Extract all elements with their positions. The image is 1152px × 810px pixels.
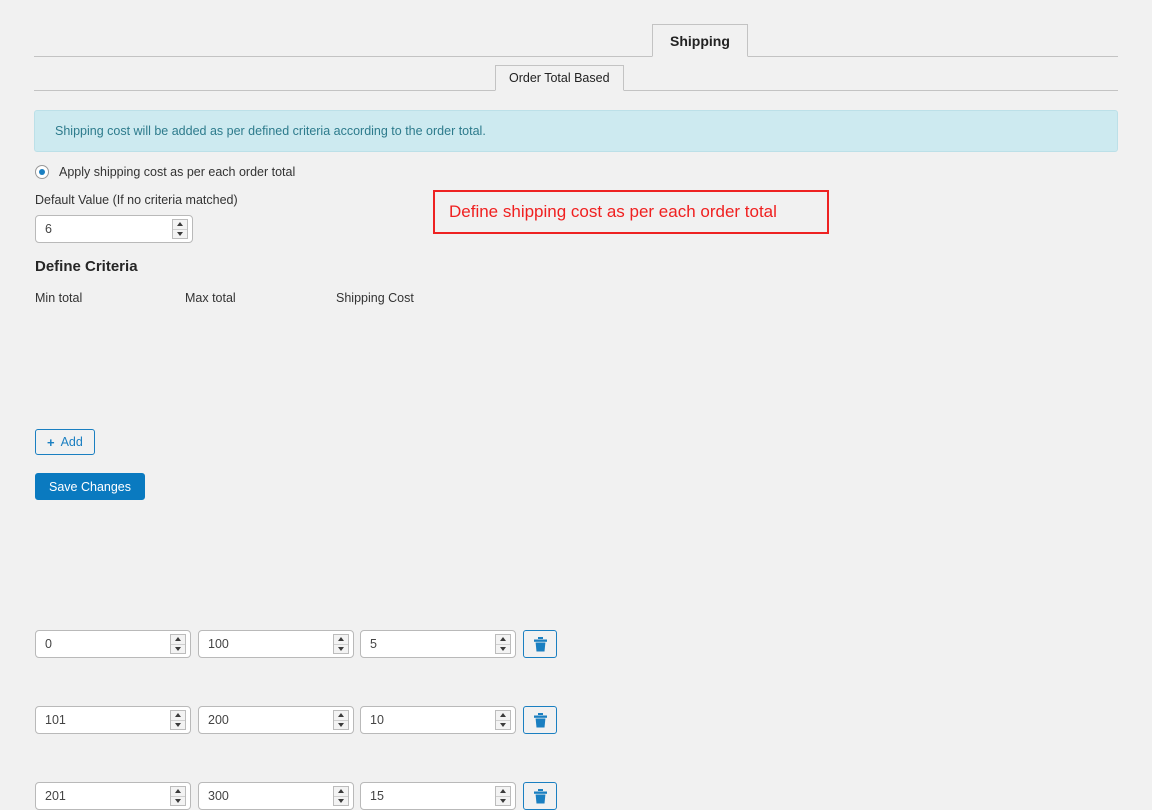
column-header-shipping-cost: Shipping Cost: [336, 291, 414, 305]
trash-icon: [533, 712, 547, 727]
column-header-max-total: Max total: [185, 291, 236, 305]
criteria-row: [0, 391, 1152, 810]
criteria-row: [0, 315, 1152, 658]
trash-icon: [533, 788, 547, 803]
shipping-cost-spinner-arrows-0[interactable]: [495, 634, 511, 654]
column-header-min-total: Min total: [35, 291, 83, 305]
min-total-spinner-arrows-2[interactable]: [170, 786, 186, 806]
min-total-spinner-arrows-1[interactable]: [170, 710, 186, 730]
spinner-up-icon[interactable]: [496, 787, 510, 797]
shipping-cost-input-2[interactable]: [361, 784, 495, 808]
spinner-down-icon[interactable]: [334, 645, 348, 654]
tab-shipping-label: Shipping: [670, 32, 730, 49]
secondary-tab-strip: Order Total Based: [34, 65, 1118, 91]
min-total-input-1[interactable]: [36, 708, 170, 732]
max-total-input-2[interactable]: [199, 784, 333, 808]
save-changes-button[interactable]: Save Changes: [35, 473, 146, 500]
spinner-down-icon[interactable]: [496, 797, 510, 806]
spinner-up-icon[interactable]: [171, 711, 185, 721]
shipping-cost-input-1[interactable]: [361, 708, 495, 732]
trash-icon: [533, 636, 547, 651]
criteria-row: [0, 353, 1152, 734]
max-total-input-1[interactable]: [199, 708, 333, 732]
spinner-down-icon[interactable]: [334, 797, 348, 806]
spinner-down-icon[interactable]: [496, 721, 510, 730]
spinner-up-icon[interactable]: [334, 635, 348, 645]
spinner-up-icon[interactable]: [173, 220, 187, 230]
max-total-input-0[interactable]: [199, 632, 333, 656]
max-total-stepper-2[interactable]: [198, 782, 354, 810]
spinner-down-icon[interactable]: [334, 721, 348, 730]
plus-icon: +: [47, 434, 55, 450]
tab-order-total-based[interactable]: Order Total Based: [495, 65, 624, 91]
spinner-up-icon[interactable]: [171, 787, 185, 797]
spinner-down-icon[interactable]: [173, 230, 187, 239]
default-value-input[interactable]: [36, 217, 172, 241]
add-criteria-button[interactable]: + Add: [35, 429, 95, 455]
spinner-down-icon[interactable]: [496, 645, 510, 654]
min-total-input-0[interactable]: [36, 632, 170, 656]
delete-row-button-1[interactable]: [523, 706, 557, 734]
tab-shipping[interactable]: Shipping: [652, 24, 748, 57]
shipping-cost-spinner-arrows-2[interactable]: [495, 786, 511, 806]
min-total-stepper-2[interactable]: [35, 782, 191, 810]
shipping-cost-stepper-2[interactable]: [360, 782, 516, 810]
spinner-up-icon[interactable]: [496, 635, 510, 645]
default-value-label: Default Value (If no criteria matched): [35, 193, 238, 207]
shipping-cost-stepper-1[interactable]: [360, 706, 516, 734]
delete-row-button-2[interactable]: [523, 782, 557, 810]
spinner-up-icon[interactable]: [334, 711, 348, 721]
shipping-cost-stepper-0[interactable]: [360, 630, 516, 658]
default-value-spinner-arrows[interactable]: [172, 219, 188, 239]
radio-apply-shipping-cost[interactable]: [35, 165, 49, 179]
info-alert: Shipping cost will be added as per defin…: [34, 110, 1118, 152]
min-total-spinner-arrows-0[interactable]: [170, 634, 186, 654]
add-criteria-label: Add: [60, 435, 83, 449]
spinner-up-icon[interactable]: [496, 711, 510, 721]
info-alert-text: Shipping cost will be added as per defin…: [55, 124, 486, 138]
default-value-stepper[interactable]: [35, 215, 193, 243]
define-criteria-title: Define Criteria: [35, 258, 138, 275]
spinner-up-icon[interactable]: [171, 635, 185, 645]
radio-apply-shipping-cost-label: Apply shipping cost as per each order to…: [59, 165, 296, 179]
spinner-up-icon[interactable]: [334, 787, 348, 797]
annotation-text: Define shipping cost as per each order t…: [449, 202, 777, 221]
max-total-spinner-arrows-0[interactable]: [333, 634, 349, 654]
delete-row-button-0[interactable]: [523, 630, 557, 658]
max-total-spinner-arrows-2[interactable]: [333, 786, 349, 806]
spinner-down-icon[interactable]: [171, 645, 185, 654]
annotation-callout: Define shipping cost as per each order t…: [433, 190, 829, 234]
min-total-stepper-1[interactable]: [35, 706, 191, 734]
max-total-stepper-1[interactable]: [198, 706, 354, 734]
max-total-stepper-0[interactable]: [198, 630, 354, 658]
apply-shipping-cost-option[interactable]: Apply shipping cost as per each order to…: [35, 165, 295, 179]
save-changes-label: Save Changes: [49, 479, 132, 494]
max-total-spinner-arrows-1[interactable]: [333, 710, 349, 730]
spinner-down-icon[interactable]: [171, 797, 185, 806]
min-total-stepper-0[interactable]: [35, 630, 191, 658]
shipping-cost-input-0[interactable]: [361, 632, 495, 656]
tab-order-total-based-label: Order Total Based: [509, 71, 610, 85]
spinner-down-icon[interactable]: [171, 721, 185, 730]
primary-tab-strip: Shipping: [34, 24, 1118, 57]
min-total-input-2[interactable]: [36, 784, 170, 808]
shipping-cost-spinner-arrows-1[interactable]: [495, 710, 511, 730]
